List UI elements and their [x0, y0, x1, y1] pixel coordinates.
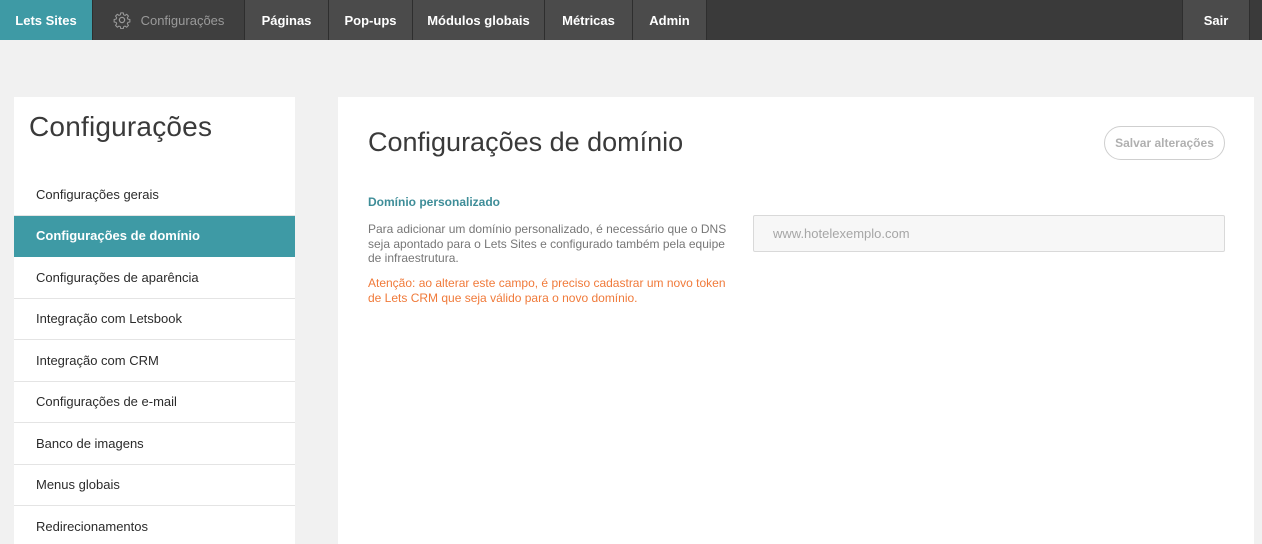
sidebar-title: Configurações: [29, 111, 213, 142]
sidebar-item-configuracoes-gerais[interactable]: Configurações gerais: [14, 174, 295, 216]
nav-item-modulos-globais[interactable]: Módulos globais: [413, 0, 545, 40]
nav-item-metricas[interactable]: Métricas: [545, 0, 633, 40]
nav-brand-lets-sites[interactable]: Lets Sites: [0, 0, 93, 40]
sidebar-item-label: Integração com CRM: [36, 352, 159, 368]
sidebar-item-label: Banco de imagens: [36, 435, 144, 451]
sidebar-item-menus-globais[interactable]: Menus globais: [14, 465, 295, 506]
sidebar-item-label: Integração com Letsbook: [36, 311, 182, 327]
nav-item-admin[interactable]: Admin: [633, 0, 707, 40]
nav-item-pop-ups[interactable]: Pop-ups: [329, 0, 413, 40]
sidebar-item-label: Menus globais: [36, 477, 120, 493]
sidebar-item-configuracoes-de-email[interactable]: Configurações de e-mail: [14, 382, 295, 423]
page-title: Configurações de domínio: [368, 127, 684, 157]
sidebar-menu: Configurações gerais Configurações de do…: [14, 174, 295, 544]
sidebar-item-integracao-crm[interactable]: Integração com CRM: [14, 340, 295, 382]
sidebar-item-redirecionamentos[interactable]: Redirecionamentos: [14, 506, 295, 544]
save-changes-button[interactable]: Salvar alterações: [1104, 126, 1225, 160]
nav-item-configuracoes[interactable]: Configurações: [93, 0, 245, 40]
sidebar-item-label: Redirecionamentos: [36, 519, 149, 535]
nav-item-label: Pop-ups: [344, 12, 397, 28]
nav-item-label: Módulos globais: [427, 12, 530, 28]
sidebar-item-label: Configurações de aparência: [36, 269, 199, 285]
nav-item-label: Configurações: [140, 12, 225, 28]
settings-sidebar: Configurações Configurações gerais Confi…: [14, 97, 295, 544]
sidebar-item-banco-de-imagens[interactable]: Banco de imagens: [14, 423, 295, 465]
sidebar-item-label: Configurações de domínio: [36, 228, 200, 244]
sidebar-item-configuracoes-de-dominio[interactable]: Configurações de domínio: [14, 215, 295, 257]
sidebar-item-configuracoes-de-aparencia[interactable]: Configurações de aparência: [14, 257, 295, 299]
nav-item-label: Páginas: [261, 12, 312, 28]
sidebar-item-label: Configurações gerais: [36, 186, 159, 202]
logout-label: Sair: [1203, 12, 1229, 28]
sidebar-item-label: Configurações de e-mail: [36, 394, 177, 410]
logout-button[interactable]: Sair: [1182, 0, 1250, 40]
nav-item-paginas[interactable]: Páginas: [245, 0, 329, 40]
nav-item-label: Métricas: [562, 12, 615, 28]
gear-icon: [113, 12, 130, 29]
custom-domain-label: Domínio personalizado: [368, 195, 501, 209]
custom-domain-warning: Atenção: ao alterar este campo, é precis…: [368, 276, 726, 305]
custom-domain-description: Para adicionar um domínio personalizado,…: [368, 222, 727, 265]
nav-brand-label: Lets Sites: [15, 12, 77, 28]
custom-domain-input[interactable]: [753, 215, 1225, 252]
sidebar-item-integracao-letsbook[interactable]: Integração com Letsbook: [14, 299, 295, 340]
domain-settings-panel: Configurações de domínio Salvar alteraçõ…: [338, 97, 1254, 544]
nav-item-label: Admin: [649, 12, 690, 28]
top-navigation-bar: Lets Sites Configurações Páginas Pop-ups…: [0, 0, 1262, 40]
